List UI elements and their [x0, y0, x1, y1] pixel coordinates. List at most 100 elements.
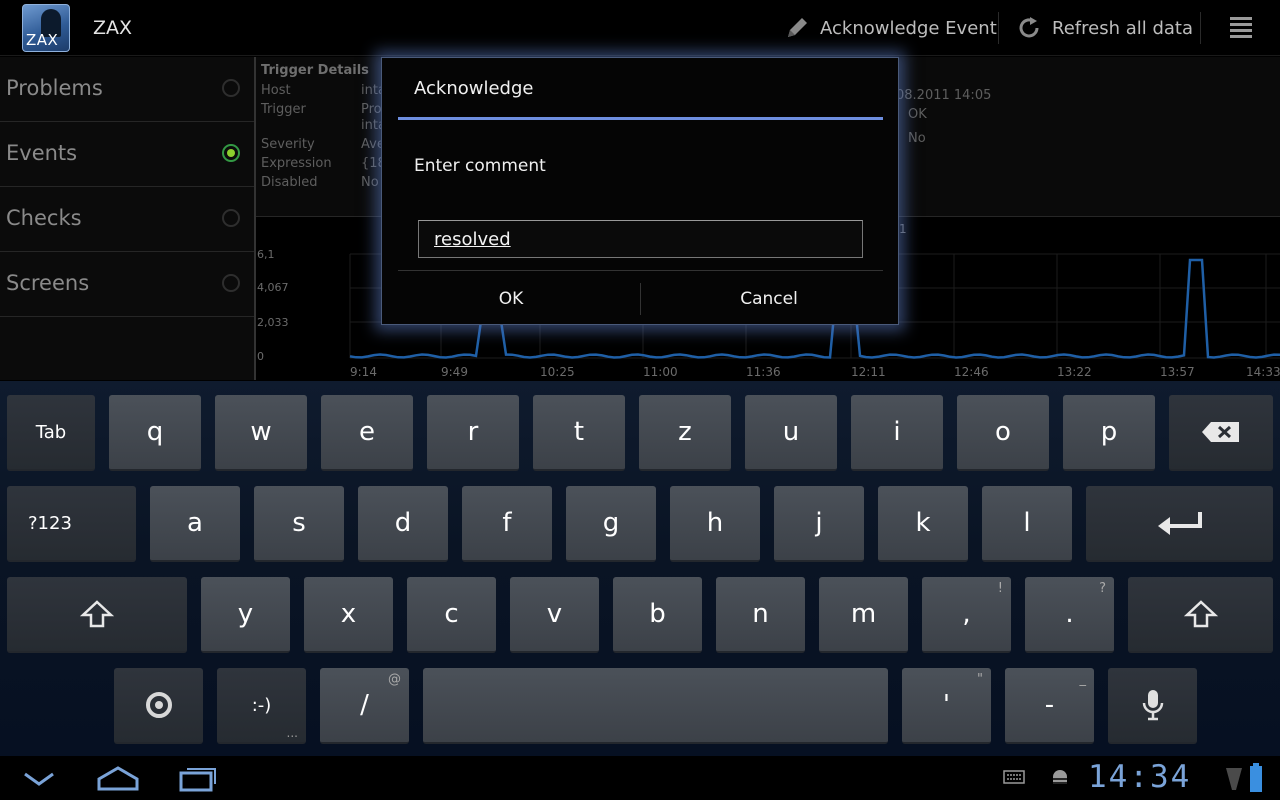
key-period[interactable]: . ? — [1025, 577, 1114, 653]
key-hint: @ — [388, 672, 401, 687]
key-p[interactable]: p — [1063, 395, 1155, 471]
key-v[interactable]: v — [510, 577, 599, 653]
settings-icon — [145, 692, 172, 718]
enter-icon — [1157, 512, 1202, 535]
home-icon[interactable] — [96, 765, 140, 793]
y-tick-label: 6,1 — [257, 248, 275, 261]
symbols-key[interactable]: ?123 — [7, 486, 136, 562]
sidebar-item-events[interactable]: Events — [0, 122, 255, 187]
dialog-message: Enter comment — [414, 156, 546, 176]
key-comma-label: , — [962, 599, 971, 629]
key-dash[interactable]: - _ — [1005, 668, 1094, 744]
sidebar: Problems Events Checks Screens — [0, 57, 255, 380]
tab-key[interactable]: Tab — [7, 395, 95, 471]
key-y[interactable]: y — [201, 577, 290, 653]
key-u[interactable]: u — [745, 395, 837, 471]
key-e[interactable]: e — [321, 395, 413, 471]
signal-icon — [1226, 768, 1242, 790]
graph-partial-label: 1 — [899, 222, 907, 236]
sidebar-item-checks[interactable]: Checks — [0, 187, 255, 252]
key-d[interactable]: d — [358, 486, 448, 562]
keyboard-status-icon — [1003, 770, 1025, 784]
detail-label: Severity — [261, 137, 315, 152]
actionbar-divider — [1200, 12, 1201, 44]
recent-apps-icon[interactable] — [178, 765, 218, 793]
key-m[interactable]: m — [819, 577, 908, 653]
event-status: OK — [908, 107, 927, 122]
key-w[interactable]: w — [215, 395, 307, 471]
acknowledge-dialog: Acknowledge Enter comment resolved OK Ca… — [381, 57, 899, 325]
smiley-key[interactable]: :-) ... — [217, 668, 306, 744]
dialog-title: Acknowledge — [414, 78, 534, 99]
sidebar-item-label: Problems — [6, 76, 103, 100]
key-s[interactable]: s — [254, 486, 344, 562]
event-ack-flag: No — [908, 131, 926, 146]
shift-key-right[interactable] — [1128, 577, 1273, 653]
key-hint: ! — [997, 581, 1003, 596]
key-a[interactable]: a — [150, 486, 240, 562]
key-x[interactable]: x — [304, 577, 393, 653]
key-r[interactable]: r — [427, 395, 519, 471]
shift-key-left[interactable] — [7, 577, 187, 653]
sidebar-item-label: Events — [6, 141, 78, 165]
x-tick-label: 11:00 — [643, 365, 678, 379]
key-q[interactable]: q — [109, 395, 201, 471]
smiley-key-label: :-) — [251, 694, 272, 716]
backspace-key[interactable] — [1169, 395, 1273, 471]
key-f[interactable]: f — [462, 486, 552, 562]
y-tick-label: 4,067 — [257, 281, 289, 294]
key-o[interactable]: o — [957, 395, 1049, 471]
key-c[interactable]: c — [407, 577, 496, 653]
key-h[interactable]: h — [670, 486, 760, 562]
shift-icon — [80, 600, 114, 628]
key-z[interactable]: z — [639, 395, 731, 471]
soft-keyboard: Tab q w e r t z u i o p ?123 a s d f g h… — [0, 381, 1280, 756]
key-hint: " — [977, 672, 983, 687]
usb-debug-icon — [1050, 770, 1070, 784]
key-t[interactable]: t — [533, 395, 625, 471]
key-g[interactable]: g — [566, 486, 656, 562]
app-logo[interactable]: ZAX — [22, 4, 70, 52]
hide-keyboard-icon[interactable] — [22, 769, 56, 789]
battery-icon — [1250, 763, 1262, 792]
microphone-icon — [1142, 690, 1163, 721]
x-tick-label: 12:46 — [954, 365, 989, 379]
sidebar-item-label: Checks — [6, 206, 82, 230]
comment-input-value: resolved — [434, 229, 511, 250]
cancel-button[interactable]: Cancel — [640, 276, 898, 322]
key-i[interactable]: i — [851, 395, 943, 471]
sidebar-item-problems[interactable]: Problems — [0, 57, 255, 122]
pencil-icon — [788, 18, 807, 37]
key-n[interactable]: n — [716, 577, 805, 653]
voice-input-key[interactable] — [1108, 668, 1197, 744]
key-l[interactable]: l — [982, 486, 1072, 562]
sidebar-item-screens[interactable]: Screens — [0, 252, 255, 317]
overflow-menu-icon[interactable] — [1226, 14, 1256, 42]
detail-label: Expression — [261, 156, 332, 171]
app-title: ZAX — [93, 17, 133, 39]
key-slash-label: / — [360, 690, 369, 720]
refresh-all-button[interactable]: Refresh all data — [1016, 14, 1193, 42]
key-period-label: . — [1065, 599, 1074, 629]
enter-key[interactable] — [1086, 486, 1273, 562]
detail-label: Host — [261, 83, 291, 98]
logo-text: ZAX — [26, 31, 59, 49]
radio-icon — [222, 79, 240, 97]
key-k[interactable]: k — [878, 486, 968, 562]
key-slash[interactable]: / @ — [320, 668, 409, 744]
comment-input[interactable]: resolved — [418, 220, 863, 258]
radio-icon — [222, 274, 240, 292]
key-dash-label: - — [1044, 690, 1055, 720]
x-tick-label: 9:14 — [350, 365, 377, 379]
ok-button[interactable]: OK — [382, 276, 640, 322]
space-key[interactable] — [423, 668, 888, 744]
refresh-all-label: Refresh all data — [1052, 17, 1193, 39]
key-j[interactable]: j — [774, 486, 864, 562]
acknowledge-event-button[interactable]: Acknowledge Event — [784, 14, 997, 42]
settings-key[interactable] — [114, 668, 203, 744]
key-b[interactable]: b — [613, 577, 702, 653]
key-hint: ? — [1099, 581, 1106, 596]
key-comma[interactable]: , ! — [922, 577, 1011, 653]
key-apostrophe[interactable]: ' " — [902, 668, 991, 744]
detail-value: Pro — [361, 102, 382, 117]
